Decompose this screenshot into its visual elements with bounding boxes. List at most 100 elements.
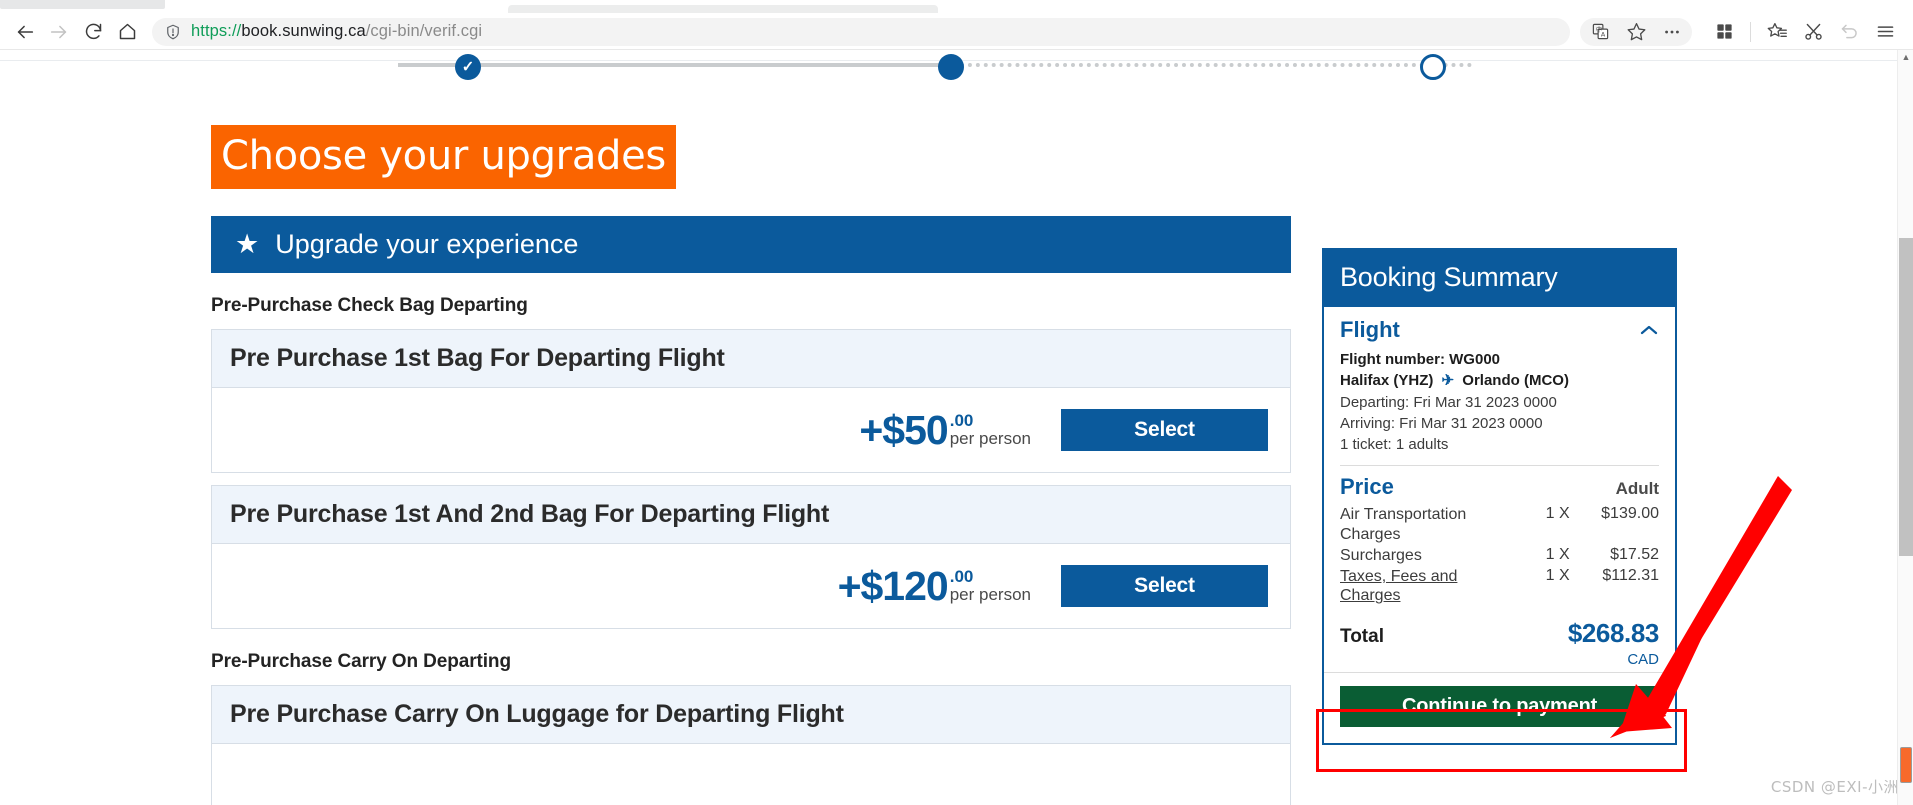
- flight-departing: Departing: Fri Mar 31 2023 0000: [1340, 393, 1557, 411]
- stepper-step-1-complete[interactable]: ✓: [455, 54, 481, 80]
- scrollbar-up-arrow-icon[interactable]: ▲: [1898, 52, 1913, 62]
- price-section-header: Price Adult: [1340, 474, 1659, 500]
- price-breakdown-table: Air Transportation Charges 1 X $139.00 S…: [1340, 504, 1659, 606]
- tab-partial-left[interactable]: [0, 0, 165, 9]
- upgrade-card-title: Pre Purchase Carry On Luggage for Depart…: [212, 686, 1290, 744]
- table-row: Air Transportation Charges 1 X $139.00: [1340, 504, 1659, 544]
- upgrade-card-body: +$120 .00 per person Select: [212, 544, 1290, 628]
- price-cents: .00: [949, 411, 974, 431]
- price-column-header-adult: Adult: [1615, 479, 1659, 499]
- web-capture-scissors-icon[interactable]: [1795, 15, 1831, 49]
- translate-icon[interactable]: 中A: [1582, 15, 1618, 49]
- currency-label: CAD: [1627, 651, 1659, 669]
- flight-arriving: Arriving: Fri Mar 31 2023 0000: [1340, 414, 1543, 432]
- chevron-up-icon[interactable]: [1639, 321, 1659, 339]
- booking-summary-body: Flight Flight number: WG000 Halifax (YHZ…: [1324, 307, 1675, 672]
- price-row-qty: 1 X: [1545, 505, 1570, 523]
- price-row-value: $17.52: [1610, 545, 1659, 563]
- price-block: +$120 .00 per person: [837, 562, 1031, 609]
- price-block: +$50 .00 per person: [859, 409, 1031, 450]
- total-row: Total $268.83: [1340, 618, 1659, 649]
- flight-section-header[interactable]: Flight: [1340, 317, 1659, 343]
- home-icon[interactable]: [110, 15, 144, 49]
- flight-tickets: 1 ticket: 1 adults: [1340, 436, 1449, 454]
- toolbar-right-icons: 中A: [1580, 15, 1913, 49]
- continue-button-label: Continue to payment: [1401, 695, 1598, 718]
- price-row-name: Surcharges: [1340, 546, 1422, 564]
- toolbar-divider: [1750, 21, 1751, 42]
- upgrades-column: Choose your upgrades ★ Upgrade your expe…: [211, 125, 1291, 805]
- stepper-line-1: [398, 63, 960, 67]
- reload-icon[interactable]: [76, 15, 110, 49]
- history-undo-icon[interactable]: [1831, 15, 1867, 49]
- svg-text:A: A: [1600, 32, 1605, 39]
- airplane-icon: ✈: [1441, 372, 1455, 390]
- star-icon: ★: [235, 229, 260, 259]
- check-icon: ✓: [461, 58, 475, 76]
- watermark-text: CSDN @EXI-小洲: [1770, 778, 1899, 796]
- booking-summary-title: Booking Summary: [1324, 250, 1675, 307]
- price-amount: +$120: [837, 562, 949, 609]
- browser-toolbar: https://book.sunwing.ca/cgi-bin/verif.cg…: [0, 13, 1913, 50]
- more-options-icon[interactable]: [1654, 15, 1690, 49]
- app-grid-icon[interactable]: [1706, 15, 1742, 49]
- collections-icon[interactable]: [1759, 15, 1795, 49]
- forward-arrow-icon[interactable]: [42, 15, 76, 49]
- stepper-step-2-current[interactable]: [938, 54, 964, 80]
- price-row-name: Air Transportation Charges: [1340, 506, 1467, 543]
- upgrade-card-1st-bag: Pre Purchase 1st Bag For Departing Fligh…: [211, 329, 1291, 473]
- price-row-qty: 1 X: [1545, 567, 1570, 585]
- booking-progress-stepper: ✓: [0, 54, 1897, 82]
- tab-strip: [0, 0, 1913, 13]
- upgrade-card-title: Pre Purchase 1st Bag For Departing Fligh…: [212, 330, 1290, 388]
- summary-divider: [1340, 465, 1659, 467]
- price-cents: .00: [949, 567, 974, 587]
- page-content: ✓ Choose your upgrades ★ Upgrade your ex…: [0, 50, 1897, 805]
- chevron-right-icon: ›: [1634, 695, 1642, 718]
- stepper-line-2: [960, 63, 1472, 67]
- booking-summary-footer: Continue to payment ›: [1324, 672, 1675, 743]
- price-per-person: per person: [949, 585, 1031, 605]
- table-row: Surcharges 1 X $17.52: [1340, 545, 1659, 566]
- settings-menu-icon[interactable]: [1867, 15, 1903, 49]
- upgrade-card-1st-2nd-bag: Pre Purchase 1st And 2nd Bag For Departi…: [211, 485, 1291, 629]
- upgrade-card-body: [212, 744, 1290, 805]
- price-row-value: $112.31: [1602, 567, 1659, 585]
- price-row-value: $139.00: [1601, 505, 1659, 523]
- tab-partial-right[interactable]: [508, 5, 938, 13]
- price-side: .00 per person: [950, 412, 1031, 449]
- page-scrollbar[interactable]: ▲: [1897, 50, 1913, 805]
- url-path: /cgi-bin/verif.cgi: [365, 22, 483, 40]
- flight-number: Flight number: WG000: [1340, 351, 1501, 368]
- section-label-check-bag: Pre-Purchase Check Bag Departing: [211, 295, 528, 316]
- flight-origin: Halifax (YHZ): [1340, 372, 1434, 390]
- price-heading: Price: [1340, 474, 1394, 500]
- upgrade-card-carry-on: Pre Purchase Carry On Luggage for Depart…: [211, 685, 1291, 805]
- url-host: book.sunwing.ca: [241, 22, 366, 40]
- address-bar[interactable]: https://book.sunwing.ca/cgi-bin/verif.cg…: [152, 17, 1570, 46]
- select-button[interactable]: Select: [1061, 409, 1268, 451]
- flight-destination: Orlando (MCO): [1462, 372, 1569, 390]
- upgrade-card-title: Pre Purchase 1st And 2nd Bag For Departi…: [212, 486, 1290, 544]
- scrollbar-find-marker: [1900, 747, 1912, 783]
- back-arrow-icon[interactable]: [8, 15, 42, 49]
- price-side: .00 per person: [950, 568, 1031, 605]
- stepper-step-3-upcoming[interactable]: [1420, 54, 1446, 80]
- price-row-qty: 1 X: [1545, 545, 1570, 563]
- page-title: Choose your upgrades: [211, 125, 676, 189]
- browser-window: https://book.sunwing.ca/cgi-bin/verif.cg…: [0, 0, 1913, 805]
- total-value: $268.83: [1567, 618, 1660, 649]
- info-shield-icon: [164, 23, 182, 41]
- select-button[interactable]: Select: [1061, 565, 1268, 607]
- total-label: Total: [1340, 626, 1384, 648]
- flight-route: Halifax (YHZ) ✈ Orlando (MCO): [1340, 370, 1659, 391]
- url-scheme: https://: [191, 22, 242, 40]
- price-row-name-taxes-link[interactable]: Taxes, Fees and Charges: [1340, 566, 1506, 606]
- section-label-carry-on: Pre-Purchase Carry On Departing: [211, 651, 511, 672]
- upgrade-banner-label: Upgrade your experience: [275, 229, 579, 259]
- url-display: https://book.sunwing.ca/cgi-bin/verif.cg…: [191, 22, 482, 41]
- continue-to-payment-button[interactable]: Continue to payment ›: [1340, 686, 1659, 728]
- favorite-star-icon[interactable]: [1618, 15, 1654, 49]
- scrollbar-thumb[interactable]: [1899, 238, 1913, 556]
- upgrade-experience-banner: ★ Upgrade your experience: [211, 216, 1291, 273]
